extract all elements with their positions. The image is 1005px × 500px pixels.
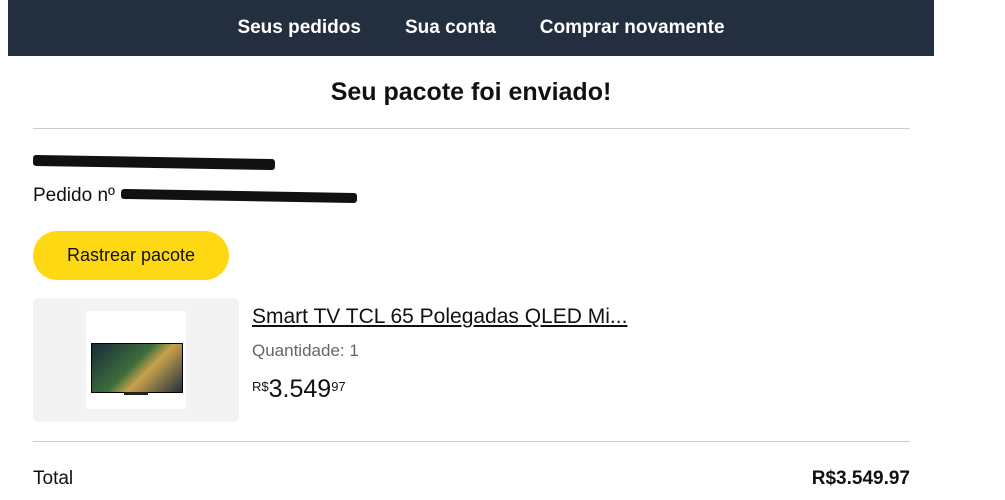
tv-image-icon	[91, 343, 183, 393]
product-quantity: Quantidade: 1	[252, 341, 359, 360]
address-redaction-mark	[32, 155, 276, 171]
product-title-link[interactable]: Smart TV TCL 65 Polegadas QLED Mi...	[252, 305, 627, 329]
shipment-email: Seus pedidos Sua conta Comprar novamente…	[0, 0, 1005, 500]
order-number-redaction-mark	[120, 188, 358, 204]
nav-link-orders[interactable]: Seus pedidos	[237, 17, 361, 39]
price-cents: 97	[331, 379, 346, 394]
tv-stand-icon	[124, 392, 148, 395]
track-package-button[interactable]: Rastrear pacote	[33, 231, 229, 280]
order-number-label: Pedido nº	[33, 185, 115, 206]
total-value: R$3.549.97	[811, 468, 910, 489]
nav-link-buy-again[interactable]: Comprar novamente	[540, 17, 725, 39]
total-label: Total	[33, 468, 74, 489]
top-navbar: Seus pedidos Sua conta Comprar novamente	[8, 0, 934, 56]
price-whole: 3.549	[268, 375, 332, 403]
price-currency: R$	[252, 379, 269, 394]
nav-link-account[interactable]: Sua conta	[405, 17, 496, 39]
product-price: R$ 3.549 97	[252, 375, 346, 404]
product-thumbnail-box[interactable]	[33, 298, 239, 422]
bottom-divider	[33, 441, 910, 442]
redacted-address	[32, 152, 276, 174]
shipment-headline: Seu pacote foi enviado!	[330, 78, 612, 106]
product-image[interactable]	[86, 311, 186, 409]
order-number-line: Pedido nº	[33, 185, 358, 207]
top-divider	[33, 128, 910, 129]
